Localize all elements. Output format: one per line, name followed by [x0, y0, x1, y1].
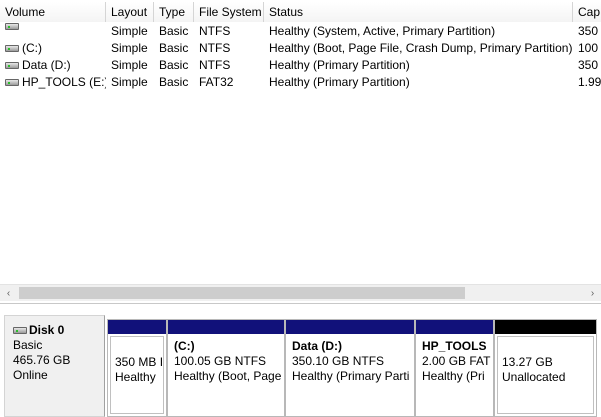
- disk-map: Disk 0 Basic 465.76 GB Online 350 MB I H…: [0, 307, 601, 417]
- column-header-file-system[interactable]: File System: [194, 2, 264, 22]
- volume-layout: Simple: [111, 58, 148, 72]
- chevron-left-icon: ‹: [6, 288, 11, 299]
- table-row[interactable]: (C:) Simple Basic NTFS Healthy (Boot, Pa…: [0, 40, 601, 57]
- drive-icon: [5, 45, 19, 52]
- volume-name: (C:): [22, 41, 42, 55]
- volume-status: Healthy (Boot, Page File, Crash Dump, Pr…: [269, 41, 573, 55]
- volume-status: Healthy (Primary Partition): [269, 58, 410, 72]
- partition-bar: [168, 320, 284, 334]
- partition-c[interactable]: (C:) 100.05 GB NTFS Healthy (Boot, Page: [167, 319, 285, 417]
- disk-info[interactable]: Disk 0 Basic 465.76 GB Online: [4, 315, 105, 417]
- drive-icon: [5, 62, 19, 69]
- partition-bar: [416, 320, 493, 334]
- partition-status: Healthy (Primary Parti: [292, 369, 410, 383]
- volume-status: Healthy (System, Active, Primary Partiti…: [269, 24, 496, 38]
- horizontal-scrollbar[interactable]: ‹ ›: [0, 284, 601, 301]
- scrollbar-thumb[interactable]: [19, 287, 465, 299]
- table-row[interactable]: Data (D:) Simple Basic NTFS Healthy (Pri…: [0, 57, 601, 74]
- partition-size: 2.00 GB FAT: [422, 354, 491, 368]
- drive-icon: [5, 79, 19, 86]
- partition-system-reserved[interactable]: 350 MB I Healthy: [107, 319, 167, 417]
- volume-capacity: 1.99: [578, 75, 601, 89]
- volume-capacity: 350: [578, 24, 599, 38]
- column-header-capacity[interactable]: Cap: [573, 2, 601, 22]
- partition-size: 100.05 GB NTFS: [174, 354, 267, 368]
- disk-size: 465.76 GB: [13, 353, 71, 367]
- volume-file-system: NTFS: [199, 58, 231, 72]
- partition-size: 13.27 GB: [502, 355, 553, 369]
- drive-icon: [5, 23, 19, 30]
- volume-layout: Simple: [111, 75, 148, 89]
- volume-file-system: FAT32: [199, 75, 234, 89]
- disk-status: Online: [13, 368, 48, 382]
- disk-type: Basic: [13, 338, 43, 352]
- volume-capacity: 100: [578, 41, 599, 55]
- table-row[interactable]: HP_TOOLS (E:) Simple Basic FAT32 Healthy…: [0, 74, 601, 91]
- partition-title: HP_TOOLS: [422, 339, 487, 353]
- partition-size: 350 MB I: [115, 355, 164, 369]
- column-header-volume[interactable]: Volume: [0, 2, 106, 22]
- partition-data-d[interactable]: Data (D:) 350.10 GB NTFS Healthy (Primar…: [285, 319, 415, 417]
- partition-status: Healthy (Boot, Page: [174, 369, 282, 383]
- volume-list: Volume Layout Type File System Status Ca…: [0, 0, 601, 304]
- partition-bar: [495, 320, 596, 334]
- disk-name: Disk 0: [29, 323, 65, 337]
- volume-type: Basic: [159, 58, 189, 72]
- volume-type: Basic: [159, 24, 189, 38]
- partition-title: Data (D:): [292, 339, 342, 353]
- partition-unallocated[interactable]: 13.27 GB Unallocated: [494, 319, 597, 417]
- volume-layout: Simple: [111, 41, 148, 55]
- scroll-left-button[interactable]: ‹: [0, 285, 17, 302]
- partition-status: Healthy (Pri: [422, 369, 485, 383]
- volume-type: Basic: [159, 75, 189, 89]
- partition-title: [502, 340, 593, 355]
- volume-file-system: NTFS: [199, 24, 231, 38]
- partition-bar: [108, 320, 166, 334]
- disk-icon: [13, 327, 27, 334]
- partition-title: (C:): [174, 339, 195, 353]
- partition-size: 350.10 GB NTFS: [292, 354, 385, 368]
- table-row[interactable]: Simple Basic NTFS Healthy (System, Activ…: [0, 23, 601, 40]
- list-header: Volume Layout Type File System Status Ca…: [0, 2, 601, 22]
- volume-status: Healthy (Primary Partition): [269, 75, 410, 89]
- scroll-right-button[interactable]: ›: [584, 285, 601, 302]
- partition-hp-tools[interactable]: HP_TOOLS 2.00 GB FAT Healthy (Pri: [415, 319, 494, 417]
- volume-capacity: 350: [578, 58, 599, 72]
- column-header-status[interactable]: Status: [264, 2, 573, 22]
- partition-status: Unallocated: [502, 370, 566, 384]
- volume-name: HP_TOOLS (E:): [22, 75, 106, 89]
- partition-bar: [286, 320, 414, 334]
- partition-status: Healthy: [115, 370, 156, 384]
- chevron-right-icon: ›: [590, 288, 595, 299]
- column-header-layout[interactable]: Layout: [106, 2, 154, 22]
- volume-file-system: NTFS: [199, 41, 231, 55]
- volume-type: Basic: [159, 41, 189, 55]
- volume-name: Data (D:): [22, 58, 71, 72]
- partition-title: [115, 340, 163, 355]
- volume-layout: Simple: [111, 24, 148, 38]
- column-header-type[interactable]: Type: [154, 2, 194, 22]
